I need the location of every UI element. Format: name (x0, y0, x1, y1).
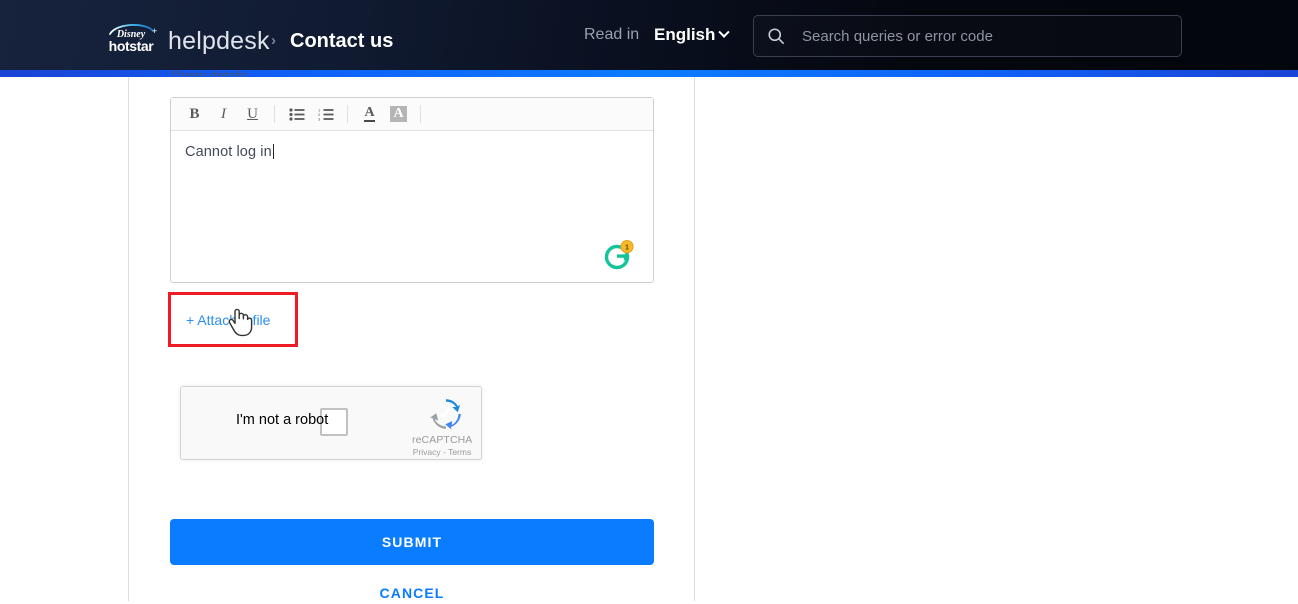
underline-button[interactable]: U (238, 102, 267, 126)
svg-text:+: + (152, 26, 157, 36)
contact-form-card: Query details B I U 1 2 3 A A Cannot log… (128, 68, 695, 601)
disney-hotstar-logo[interactable]: Disney + hotstar (102, 20, 162, 56)
language-selector[interactable]: English (654, 25, 731, 45)
italic-button[interactable]: I (209, 102, 238, 126)
editor-text-value: Cannot log in (185, 144, 272, 160)
query-description-editor[interactable]: B I U 1 2 3 A A Cannot log in 1 (170, 97, 654, 283)
recaptcha-label: I'm not a robot (236, 412, 329, 428)
bulleted-list-button[interactable] (282, 102, 311, 126)
attach-file-highlight-box: + Attach a file (168, 292, 298, 347)
recaptcha-brand-label: reCAPTCHA (412, 434, 473, 446)
chevron-down-icon (718, 26, 731, 38)
recaptcha-logo-icon (429, 399, 461, 430)
bulleted-list-icon (288, 107, 304, 121)
read-in-label: Read in (584, 26, 640, 43)
form-section-heading: Query details (171, 68, 248, 76)
svg-text:3: 3 (318, 116, 321, 120)
numbered-list-icon: 1 2 3 (318, 108, 333, 121)
site-header: Disney + hotstar helpdesk › Contact us R… (0, 0, 1298, 70)
editor-text-area[interactable]: Cannot log in 1 (171, 131, 653, 282)
disney-hotstar-logo-icon: Disney + hotstar (109, 24, 157, 54)
breadcrumb-separator: › (271, 32, 276, 49)
text-color-icon: A (364, 105, 375, 123)
language-selector-value: English (654, 25, 716, 44)
search-box[interactable] (753, 15, 1182, 57)
highlight-icon: A (390, 105, 407, 123)
highlight-color-button[interactable]: A (384, 102, 413, 126)
text-color-button[interactable]: A (355, 102, 384, 126)
grammarly-icon[interactable]: 1 (604, 240, 634, 270)
search-input[interactable] (800, 26, 1169, 46)
toolbar-divider-2 (347, 105, 348, 123)
attach-file-link[interactable]: + Attach a file (186, 312, 270, 328)
recaptcha-legal-separator: - (443, 447, 446, 457)
recaptcha-terms-link[interactable]: Terms (448, 447, 471, 457)
submit-button[interactable]: SUBMIT (170, 519, 654, 565)
toolbar-divider-3 (420, 105, 421, 123)
recaptcha-legal-links: Privacy - Terms (412, 447, 472, 457)
breadcrumb-current-page: Contact us (290, 30, 394, 52)
text-caret (272, 144, 274, 159)
page-body: Query details B I U 1 2 3 A A Cannot log… (0, 68, 1298, 601)
toolbar-divider (274, 105, 275, 123)
recaptcha-widget[interactable]: I'm not a robot reCAPTCHA Privacy - Term… (180, 386, 482, 460)
search-icon (768, 28, 784, 44)
editor-toolbar: B I U 1 2 3 A A (171, 98, 653, 131)
recaptcha-privacy-link[interactable]: Privacy (413, 447, 441, 457)
svg-text:hotstar: hotstar (109, 38, 155, 54)
numbered-list-button[interactable]: 1 2 3 (311, 102, 340, 126)
brand-helpdesk-label[interactable]: helpdesk (168, 27, 270, 56)
bold-button[interactable]: B (180, 102, 209, 126)
